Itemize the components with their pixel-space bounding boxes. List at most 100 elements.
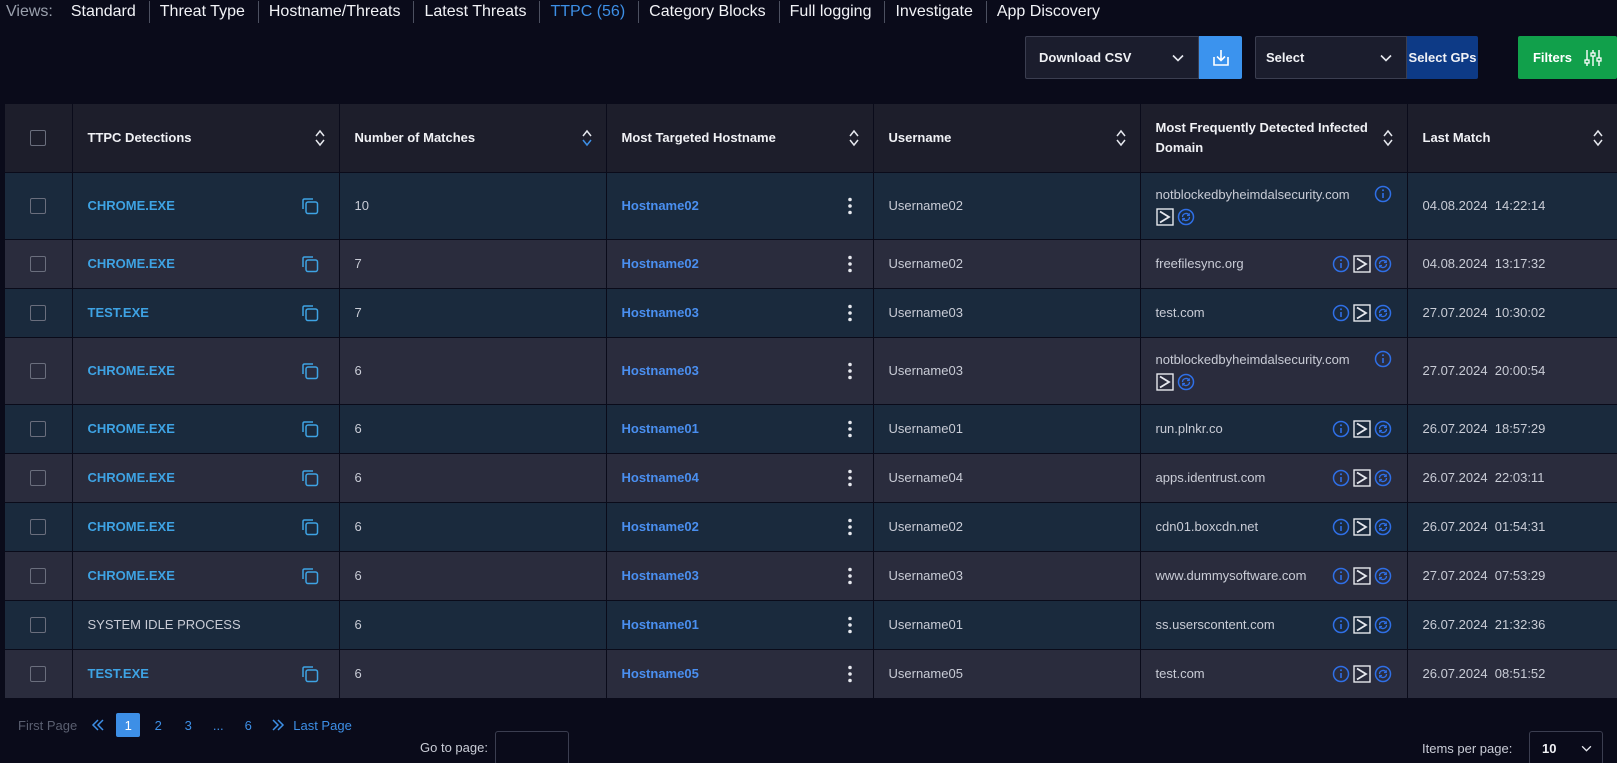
table-row[interactable]: CHROME.EXE 10 Hostname02 Username02 notblock…	[5, 172, 1617, 239]
copy-icon[interactable]	[301, 255, 319, 273]
go-to-page-input[interactable]	[495, 731, 569, 763]
process-name[interactable]: CHROME.EXE	[88, 421, 175, 436]
sigma-icon[interactable]	[1352, 468, 1371, 487]
view-tab-latest-threats[interactable]: Latest Threats	[414, 1, 541, 23]
table-row[interactable]: TEST.EXE 7 Hostname03 Username03 test.com 27.…	[5, 288, 1617, 337]
row-checkbox[interactable]	[30, 362, 47, 379]
filters-button[interactable]: Filters	[1518, 36, 1617, 79]
download-csv-select[interactable]: Download CSV	[1025, 36, 1199, 79]
process-name[interactable]: CHROME.EXE	[88, 198, 175, 213]
copy-icon[interactable]	[301, 362, 319, 380]
column-header-infected-domain[interactable]: Most Frequently Detected Infected Domain	[1140, 104, 1408, 172]
page-ellipsis[interactable]: ...	[206, 713, 230, 737]
view-tab-threat-type[interactable]: Threat Type	[150, 1, 259, 23]
sigma-icon[interactable]	[1155, 208, 1174, 226]
process-name[interactable]: CHROME.EXE	[88, 363, 175, 378]
table-row[interactable]: CHROME.EXE 6 Hostname04 Username04 apps.iden…	[5, 453, 1617, 502]
row-checkbox[interactable]	[30, 469, 47, 486]
view-tab-ttpc[interactable]: TTPC (56)	[540, 1, 640, 23]
info-icon[interactable]	[1374, 185, 1392, 203]
process-name[interactable]: TEST.EXE	[88, 305, 149, 320]
copy-icon[interactable]	[301, 567, 319, 585]
column-header-username[interactable]: Username	[873, 104, 1141, 172]
sigma-icon[interactable]	[1352, 303, 1371, 322]
more-options-icon[interactable]	[847, 362, 852, 380]
info-icon[interactable]	[1332, 665, 1350, 683]
sigma-icon[interactable]	[1352, 665, 1371, 683]
copy-icon[interactable]	[301, 665, 319, 683]
more-options-icon[interactable]	[847, 567, 852, 585]
double-chevron-right-icon[interactable]	[271, 719, 285, 731]
hostname-link[interactable]: Hostname02	[622, 198, 699, 213]
more-options-icon[interactable]	[847, 469, 852, 487]
info-icon[interactable]	[1332, 304, 1350, 322]
row-checkbox[interactable]	[30, 255, 47, 272]
column-header-ttpc-detections[interactable]: TTPC Detections	[72, 104, 340, 172]
page-button-1[interactable]: 1	[116, 713, 141, 737]
info-icon[interactable]	[1332, 567, 1350, 585]
sigma-icon[interactable]	[1352, 254, 1371, 273]
more-options-icon[interactable]	[847, 420, 852, 438]
refresh-icon[interactable]	[1374, 420, 1392, 438]
row-checkbox[interactable]	[30, 420, 47, 437]
table-row[interactable]: SYSTEM IDLE PROCESS 6 Hostname01 Username01…	[5, 600, 1617, 649]
table-row[interactable]: CHROME.EXE 6 Hostname03 Username03 www.dummy…	[5, 551, 1617, 600]
table-row[interactable]: CHROME.EXE 6 Hostname03 Username03 notblocke…	[5, 337, 1617, 404]
more-options-icon[interactable]	[847, 616, 852, 634]
process-name[interactable]: CHROME.EXE	[88, 568, 175, 583]
row-checkbox[interactable]	[30, 518, 47, 535]
info-icon[interactable]	[1332, 616, 1350, 634]
sigma-icon[interactable]	[1352, 419, 1371, 438]
hostname-link[interactable]: Hostname05	[622, 666, 699, 681]
refresh-icon[interactable]	[1374, 665, 1392, 683]
hostname-link[interactable]: Hostname03	[622, 568, 699, 583]
info-icon[interactable]	[1332, 469, 1350, 487]
copy-icon[interactable]	[301, 304, 319, 322]
row-checkbox[interactable]	[30, 616, 47, 633]
column-header-most-targeted-hostname[interactable]: Most Targeted Hostname	[606, 104, 874, 172]
first-page-link[interactable]: First Page	[18, 718, 77, 733]
refresh-icon[interactable]	[1374, 469, 1392, 487]
refresh-icon[interactable]	[1177, 208, 1195, 226]
double-chevron-left-icon[interactable]	[91, 719, 105, 731]
view-tab-full-logging[interactable]: Full logging	[780, 1, 886, 23]
more-options-icon[interactable]	[847, 255, 852, 273]
copy-icon[interactable]	[301, 518, 319, 536]
column-header-last-match[interactable]: Last Match	[1407, 104, 1617, 172]
info-icon[interactable]	[1374, 350, 1392, 368]
refresh-icon[interactable]	[1374, 567, 1392, 585]
view-tab-hostname-threats[interactable]: Hostname/Threats	[259, 1, 415, 23]
sigma-icon[interactable]	[1352, 517, 1371, 536]
row-checkbox[interactable]	[30, 665, 47, 682]
hostname-link[interactable]: Hostname01	[622, 421, 699, 436]
row-checkbox[interactable]	[30, 304, 47, 321]
table-row[interactable]: TEST.EXE 6 Hostname05 Username05 test.com 26.…	[5, 649, 1617, 698]
column-header-number-of-matches[interactable]: Number of Matches	[339, 104, 607, 172]
table-row[interactable]: CHROME.EXE 7 Hostname02 Username02 freefiles…	[5, 239, 1617, 288]
view-tab-app-discovery[interactable]: App Discovery	[987, 1, 1113, 23]
hostname-link[interactable]: Hostname01	[622, 617, 699, 632]
hostname-link[interactable]: Hostname04	[622, 470, 699, 485]
sigma-icon[interactable]	[1155, 373, 1174, 391]
hostname-link[interactable]: Hostname03	[622, 363, 699, 378]
page-button-3[interactable]: 3	[176, 713, 200, 737]
more-options-icon[interactable]	[847, 197, 852, 215]
page-button-2[interactable]: 2	[146, 713, 170, 737]
view-tab-standard[interactable]: Standard	[61, 1, 150, 23]
view-tab-investigate[interactable]: Investigate	[885, 1, 987, 23]
table-row[interactable]: CHROME.EXE 6 Hostname01 Username01 run.plnkr…	[5, 404, 1617, 453]
info-icon[interactable]	[1332, 255, 1350, 273]
download-button[interactable]	[1199, 36, 1242, 79]
page-button-6[interactable]: 6	[236, 713, 260, 737]
refresh-icon[interactable]	[1374, 304, 1392, 322]
table-row[interactable]: CHROME.EXE 6 Hostname02 Username02 cdn01.box…	[5, 502, 1617, 551]
sigma-icon[interactable]	[1352, 566, 1371, 585]
hostname-link[interactable]: Hostname03	[622, 305, 699, 320]
process-name[interactable]: CHROME.EXE	[88, 519, 175, 534]
last-page-link[interactable]: Last Page	[293, 718, 352, 733]
row-checkbox[interactable]	[30, 197, 47, 214]
refresh-icon[interactable]	[1374, 518, 1392, 536]
row-checkbox[interactable]	[30, 567, 47, 584]
refresh-icon[interactable]	[1177, 373, 1195, 391]
sigma-icon[interactable]	[1352, 615, 1371, 634]
